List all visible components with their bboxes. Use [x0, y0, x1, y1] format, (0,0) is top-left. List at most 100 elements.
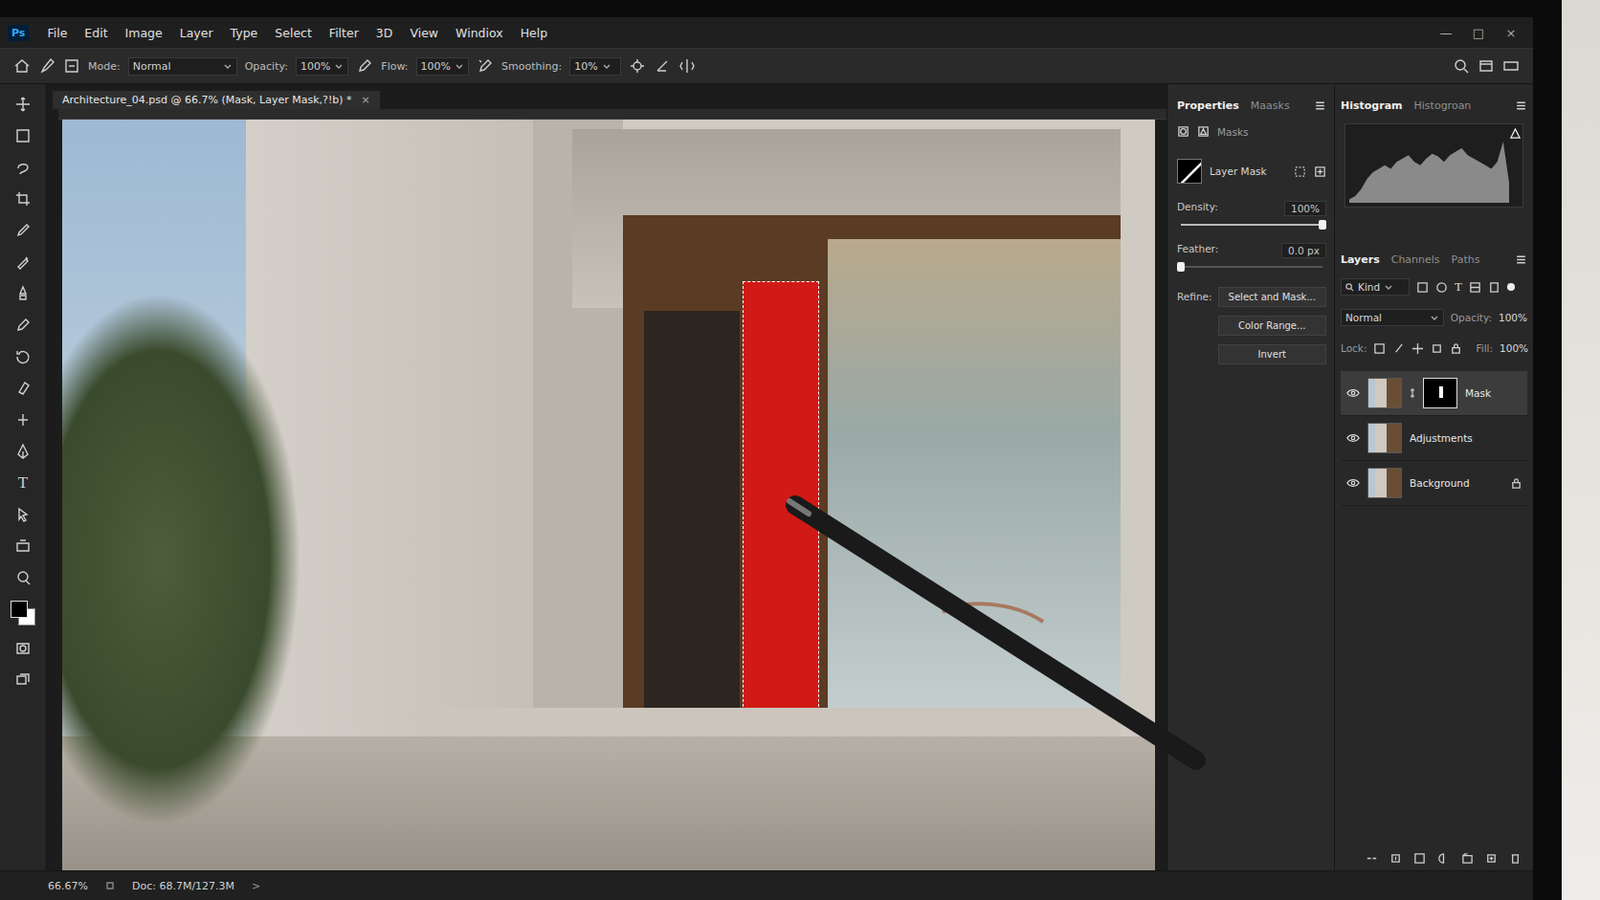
menu-item[interactable]: Image: [118, 22, 170, 44]
window-control[interactable]: □: [1464, 25, 1493, 41]
layer-action-icon[interactable]: [1461, 852, 1474, 866]
flow-field[interactable]: 100%: [416, 57, 469, 76]
feather-slider[interactable]: [1180, 266, 1323, 268]
home-icon[interactable]: [13, 57, 31, 75]
status-arrow[interactable]: >: [251, 880, 261, 893]
menu-item[interactable]: View: [402, 22, 445, 44]
panel-menu-icon[interactable]: [1514, 99, 1528, 112]
menu-item[interactable]: Select: [267, 22, 319, 44]
angle-icon[interactable]: [653, 57, 671, 75]
lock-position-icon[interactable]: [1411, 342, 1424, 356]
document-tab[interactable]: Architecture_04.psd @ 66.7% (Mask, Layer…: [52, 90, 380, 110]
menu-item[interactable]: Help: [513, 22, 556, 44]
tool-icon[interactable]: [14, 190, 32, 208]
menu-item[interactable]: Type: [223, 22, 266, 44]
airbrush-icon[interactable]: [476, 57, 494, 75]
symmetry-icon[interactable]: [678, 57, 696, 75]
panel-tab[interactable]: Histogram: [1340, 97, 1403, 114]
tool-icon[interactable]: [14, 285, 32, 303]
select-pixels-icon[interactable]: [1293, 165, 1307, 178]
pixel-filter-icon[interactable]: [1416, 281, 1429, 294]
refine-button[interactable]: Invert: [1218, 344, 1327, 365]
layer-row[interactable]: Background: [1340, 461, 1528, 507]
smoothing-field[interactable]: 10%: [569, 57, 622, 76]
search-icon[interactable]: [1452, 57, 1470, 75]
tool-icon[interactable]: [14, 253, 32, 271]
foreground-color-swatch[interactable]: [10, 600, 28, 619]
filter-kind-select[interactable]: Kind: [1340, 278, 1410, 296]
layer-action-icon[interactable]: [1509, 852, 1522, 866]
lock-icon[interactable]: [1511, 478, 1522, 489]
menu-item[interactable]: File: [40, 22, 74, 44]
tool-icon[interactable]: [14, 379, 32, 398]
opacity-field[interactable]: 100%: [295, 57, 349, 76]
quick-mask-icon[interactable]: [14, 640, 32, 658]
pressure-icon[interactable]: [355, 57, 374, 75]
layer-mask-row[interactable]: Layer Mask: [1177, 158, 1327, 184]
warning-icon[interactable]: [1510, 128, 1521, 139]
add-mask-icon[interactable]: [1313, 165, 1327, 178]
menu-item[interactable]: Windiox: [448, 22, 511, 44]
density-slider[interactable]: [1180, 223, 1323, 226]
filter-toggle[interactable]: [1507, 283, 1515, 291]
export-icon[interactable]: [105, 881, 115, 891]
share-icon[interactable]: [1502, 57, 1520, 75]
canvas[interactable]: [62, 119, 1156, 871]
tool-icon[interactable]: [14, 127, 32, 145]
layer-mask-thumbnail[interactable]: [1422, 377, 1458, 409]
panel-menu-icon[interactable]: [1514, 253, 1528, 267]
feather-value[interactable]: 0.0 px: [1281, 243, 1327, 259]
tool-icon[interactable]: [14, 95, 32, 113]
eye-icon[interactable]: [1346, 388, 1360, 399]
screen-mode-icon[interactable]: [14, 671, 32, 689]
refine-button[interactable]: Select and Mask...: [1218, 287, 1327, 308]
tool-icon[interactable]: [14, 348, 32, 366]
panel-tab[interactable]: Properties: [1177, 97, 1240, 114]
tool-icon[interactable]: [14, 537, 32, 556]
layer-action-icon[interactable]: [1389, 852, 1402, 866]
tool-icon[interactable]: [14, 443, 32, 461]
tool-icon[interactable]: [14, 222, 32, 240]
menu-item[interactable]: 3D: [369, 22, 400, 44]
tool-icon[interactable]: [14, 158, 32, 177]
vector-mask-icon[interactable]: [1197, 125, 1210, 138]
gear-icon[interactable]: [628, 57, 646, 75]
color-swatches[interactable]: [10, 600, 36, 626]
lock-brush-icon[interactable]: [1392, 342, 1405, 356]
layer-action-icon[interactable]: [1485, 852, 1498, 866]
adjustment-filter-icon[interactable]: [1435, 281, 1448, 294]
menu-item[interactable]: Edit: [77, 22, 114, 44]
tool-icon[interactable]: [14, 316, 32, 334]
close-tab-button[interactable]: ×: [361, 93, 371, 107]
fill-value[interactable]: 100%: [1499, 342, 1529, 355]
lock-artboard-icon[interactable]: [1430, 342, 1444, 356]
panel-menu-icon[interactable]: [1313, 99, 1327, 112]
eye-icon[interactable]: [1346, 478, 1360, 489]
layer-action-icon[interactable]: [1413, 852, 1426, 866]
window-control[interactable]: ×: [1496, 25, 1526, 41]
tool-icon[interactable]: [14, 569, 32, 587]
link-icon[interactable]: [1409, 387, 1416, 400]
workspace-icon[interactable]: [1477, 57, 1495, 75]
zoom-level[interactable]: 66.67%: [47, 880, 89, 893]
type-tool[interactable]: T: [14, 474, 32, 492]
brush-settings-icon[interactable]: [63, 57, 81, 75]
window-control[interactable]: —: [1431, 25, 1461, 41]
layer-row[interactable]: Mask: [1340, 371, 1528, 417]
brush-icon[interactable]: [38, 57, 56, 75]
menu-item[interactable]: Filter: [322, 22, 366, 44]
lock-all-icon[interactable]: [1449, 342, 1463, 356]
eye-icon[interactable]: [1346, 433, 1360, 444]
layer-action-icon[interactable]: [1365, 852, 1378, 866]
shape-filter-icon[interactable]: [1468, 281, 1482, 294]
panel-tab[interactable]: Channels: [1391, 251, 1441, 268]
menu-item[interactable]: Layer: [173, 22, 221, 44]
lock-pixels-icon[interactable]: [1373, 342, 1386, 356]
tool-icon[interactable]: [14, 506, 32, 524]
panel-tab[interactable]: Maasks: [1250, 97, 1290, 114]
panel-tab[interactable]: Paths: [1451, 251, 1481, 268]
layer-opacity-value[interactable]: 100%: [1498, 311, 1528, 324]
smart-filter-icon[interactable]: [1488, 281, 1501, 294]
mode-select[interactable]: Normal: [128, 57, 238, 76]
blend-mode-select[interactable]: Normal: [1340, 309, 1445, 327]
